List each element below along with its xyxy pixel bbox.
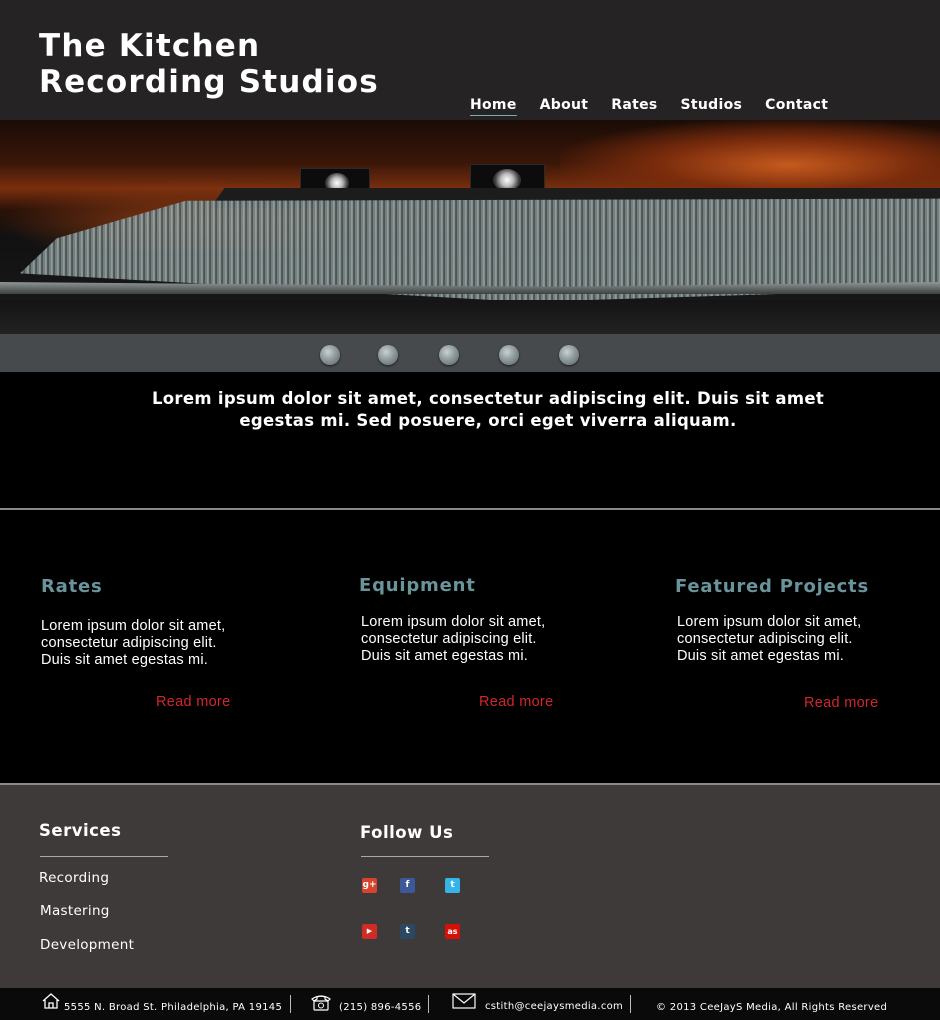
feature-body-rates: Lorem ipsum dolor sit amet, consectetur …	[41, 618, 226, 668]
read-more-equipment-link[interactable]: Read more	[479, 694, 553, 710]
contact-separator	[290, 995, 291, 1013]
read-more-rates-link[interactable]: Read more	[156, 694, 230, 710]
slide-dot-4[interactable]	[499, 345, 519, 365]
feature-title-equipment: Equipment	[359, 575, 476, 596]
hero-banner-image	[0, 120, 940, 334]
house-icon	[42, 993, 60, 1014]
nav-contact[interactable]: Contact	[765, 97, 828, 116]
read-more-featured-projects-link[interactable]: Read more	[804, 695, 878, 711]
intro-text: Lorem ipsum dolor sit amet, consectetur …	[151, 389, 825, 430]
site-footer: Services Recording Mastering Development…	[0, 785, 940, 988]
feature-title-featured-projects: Featured Projects	[675, 576, 869, 597]
tumblr-icon[interactable]: t	[400, 924, 415, 939]
address-text: 5555 N. Broad St. Philadelphia, PA 19145	[64, 1002, 283, 1013]
nav-studios[interactable]: Studios	[681, 97, 743, 116]
feature-title-rates: Rates	[41, 576, 103, 597]
facebook-icon[interactable]: f	[400, 878, 415, 893]
slide-dot-1[interactable]	[320, 345, 340, 365]
console-shadow	[0, 300, 940, 334]
phone-text[interactable]: (215) 896-4556	[339, 1002, 421, 1013]
envelope-icon	[452, 993, 476, 1014]
feature-body-equipment: Lorem ipsum dolor sit amet, consectetur …	[361, 614, 546, 664]
email-link[interactable]: cstith@ceejaysmedia.com	[485, 1001, 623, 1012]
service-mastering-link[interactable]: Mastering	[40, 903, 110, 919]
contact-separator	[428, 995, 429, 1013]
feature-body-featured-projects: Lorem ipsum dolor sit amet, consectetur …	[677, 614, 862, 664]
site-title[interactable]: The Kitchen Recording Studios	[39, 28, 379, 100]
service-recording-link[interactable]: Recording	[39, 870, 109, 886]
google-plus-icon[interactable]: g+	[362, 878, 377, 893]
service-development-link[interactable]: Development	[40, 937, 134, 953]
slide-dot-2[interactable]	[378, 345, 398, 365]
follow-us-heading-rule	[361, 856, 489, 857]
section-divider	[0, 508, 940, 510]
services-heading-rule	[40, 856, 168, 857]
nav-about[interactable]: About	[540, 97, 589, 116]
twitter-icon[interactable]: t	[445, 878, 460, 893]
youtube-icon[interactable]: ▶	[362, 924, 377, 939]
site-header: The Kitchen Recording Studios Home About…	[0, 0, 940, 120]
services-heading: Services	[39, 821, 122, 840]
nav-home[interactable]: Home	[470, 97, 517, 116]
slider-pagination	[0, 334, 940, 372]
nav-rates[interactable]: Rates	[611, 97, 657, 116]
main-nav: Home About Rates Studios Contact	[470, 97, 828, 116]
contact-bar: 5555 N. Broad St. Philadelphia, PA 19145…	[0, 988, 940, 1020]
follow-us-heading: Follow Us	[360, 823, 454, 842]
phone-icon	[310, 993, 332, 1016]
contact-separator	[630, 995, 631, 1013]
slide-dot-5[interactable]	[559, 345, 579, 365]
copyright-text: © 2013 CeeJayS Media, All Rights Reserve…	[656, 1002, 888, 1013]
lastfm-icon[interactable]: as	[445, 924, 460, 939]
slide-dot-3[interactable]	[439, 345, 459, 365]
